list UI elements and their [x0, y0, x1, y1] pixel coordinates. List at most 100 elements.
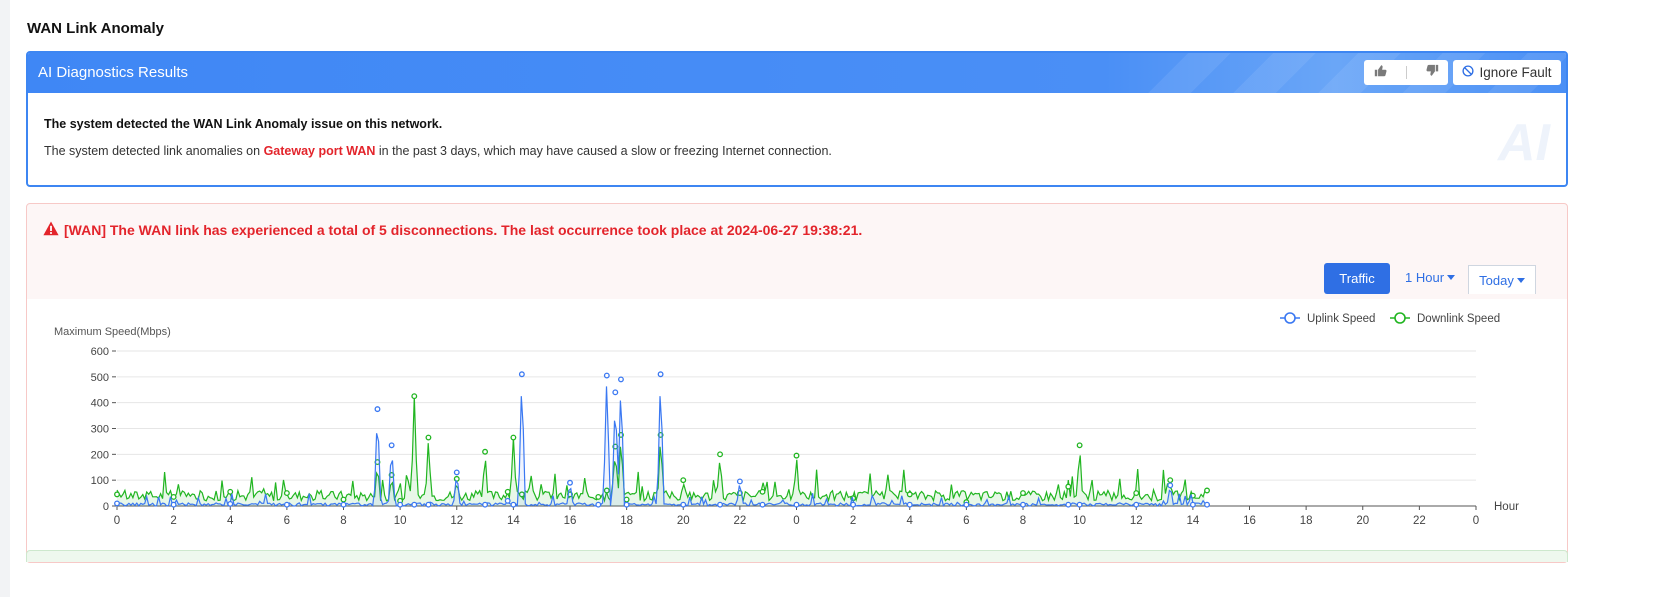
ai-watermark: AI [1498, 114, 1550, 172]
y-tick-label: 300 [91, 424, 109, 436]
data-point [850, 501, 857, 508]
data-point [612, 389, 619, 396]
data-point [453, 475, 460, 482]
x-tick-label: 0 [1473, 515, 1479, 527]
data-point [170, 494, 177, 500]
page: WAN Link Anomaly AI Diagnostics Results … [10, 0, 1676, 597]
data-point [906, 491, 913, 498]
x-tick-label: 2 [170, 515, 176, 527]
ignore-fault-button[interactable]: Ignore Fault [1453, 60, 1561, 85]
interval-select[interactable]: 1 Hour [1405, 270, 1456, 285]
data-point [793, 501, 800, 508]
data-point [1076, 501, 1083, 508]
traffic-button[interactable]: Traffic [1324, 263, 1390, 294]
data-point [482, 501, 489, 508]
x-axis-label: Hour [1494, 501, 1519, 513]
y-tick-label: 400 [91, 398, 109, 410]
data-point [425, 501, 432, 508]
x-tick-label: 22 [1413, 515, 1426, 527]
data-point [504, 488, 511, 495]
data-point [453, 469, 460, 476]
data-point [1020, 501, 1026, 508]
next-panel-edge [26, 550, 1568, 562]
data-point [680, 477, 687, 484]
warning-triangle-icon [43, 221, 59, 239]
range-label: Today [1479, 272, 1514, 288]
alert-message: [WAN] The WAN link has experienced a tot… [64, 222, 863, 238]
x-tick-label: 10 [394, 515, 407, 527]
x-tick-label: 22 [733, 515, 746, 527]
data-point [227, 488, 234, 495]
data-point [717, 501, 724, 508]
data-point [793, 452, 800, 459]
data-point [114, 491, 120, 498]
thumbs-up-icon[interactable] [1374, 64, 1387, 82]
detail-suffix: in the past 3 days, which may have cause… [375, 144, 832, 158]
x-tick-label: 16 [1243, 515, 1256, 527]
x-tick-label: 10 [1073, 515, 1086, 527]
x-tick-label: 20 [677, 515, 690, 527]
legend-label: Downlink Speed [1417, 313, 1500, 325]
data-point [1076, 442, 1083, 449]
data-point [518, 371, 525, 378]
range-select[interactable]: Today [1468, 265, 1536, 294]
x-tick-label: 14 [1186, 515, 1199, 527]
legend-marker [1394, 312, 1406, 324]
interval-label: 1 Hour [1405, 270, 1445, 285]
data-point [374, 406, 381, 413]
data-point [623, 496, 630, 503]
y-axis-label: Maximum Speed(Mbps) [54, 326, 171, 338]
data-point [906, 501, 913, 508]
x-tick-label: 4 [907, 515, 914, 527]
data-point [340, 501, 347, 508]
thumbs-down-icon[interactable] [1425, 64, 1439, 82]
data-point [397, 501, 404, 508]
data-point [736, 478, 743, 485]
data-point [1204, 501, 1210, 508]
data-point [623, 501, 630, 508]
chevron-down-icon [1516, 277, 1525, 283]
data-point [340, 496, 347, 503]
data-point [567, 479, 573, 486]
data-point [283, 490, 290, 497]
data-point [1020, 490, 1026, 497]
data-point [1204, 487, 1210, 494]
data-point [1133, 501, 1140, 508]
data-point [618, 376, 624, 383]
data-point [283, 501, 290, 508]
x-tick-label: 20 [1356, 515, 1369, 527]
x-tick-label: 18 [1300, 515, 1313, 527]
y-tick-label: 200 [91, 449, 109, 461]
data-point [595, 501, 602, 508]
ban-icon [1462, 65, 1475, 80]
x-tick-label: 2 [850, 515, 856, 527]
data-point [680, 501, 687, 508]
data-point [1167, 482, 1174, 489]
detail-highlight: Gateway port WAN [263, 144, 376, 158]
data-point [482, 448, 489, 455]
data-point [657, 371, 664, 378]
legend-label: Uplink Speed [1307, 313, 1375, 325]
x-tick-label: 4 [227, 515, 234, 527]
data-point [717, 451, 724, 458]
data-point [510, 501, 517, 508]
alert-message-row: [WAN] The WAN link has experienced a tot… [43, 221, 862, 239]
x-tick-label: 14 [507, 515, 520, 527]
x-tick-label: 8 [1020, 515, 1026, 527]
y-tick-label: 600 [91, 346, 109, 358]
data-point [425, 434, 432, 441]
x-tick-label: 12 [450, 515, 463, 527]
data-point [1065, 483, 1072, 490]
data-point [1133, 490, 1140, 497]
x-tick-label: 12 [1130, 515, 1143, 527]
x-tick-label: 0 [793, 515, 799, 527]
data-point [504, 497, 511, 504]
feedback-divider [1405, 66, 1407, 79]
detail-prefix: The system detected link anomalies on [44, 144, 264, 158]
data-point [510, 434, 517, 441]
data-point [1189, 501, 1196, 508]
legend-marker [1284, 312, 1296, 324]
data-point [1167, 477, 1174, 484]
data-point [963, 501, 970, 508]
y-tick-label: 100 [91, 475, 109, 487]
